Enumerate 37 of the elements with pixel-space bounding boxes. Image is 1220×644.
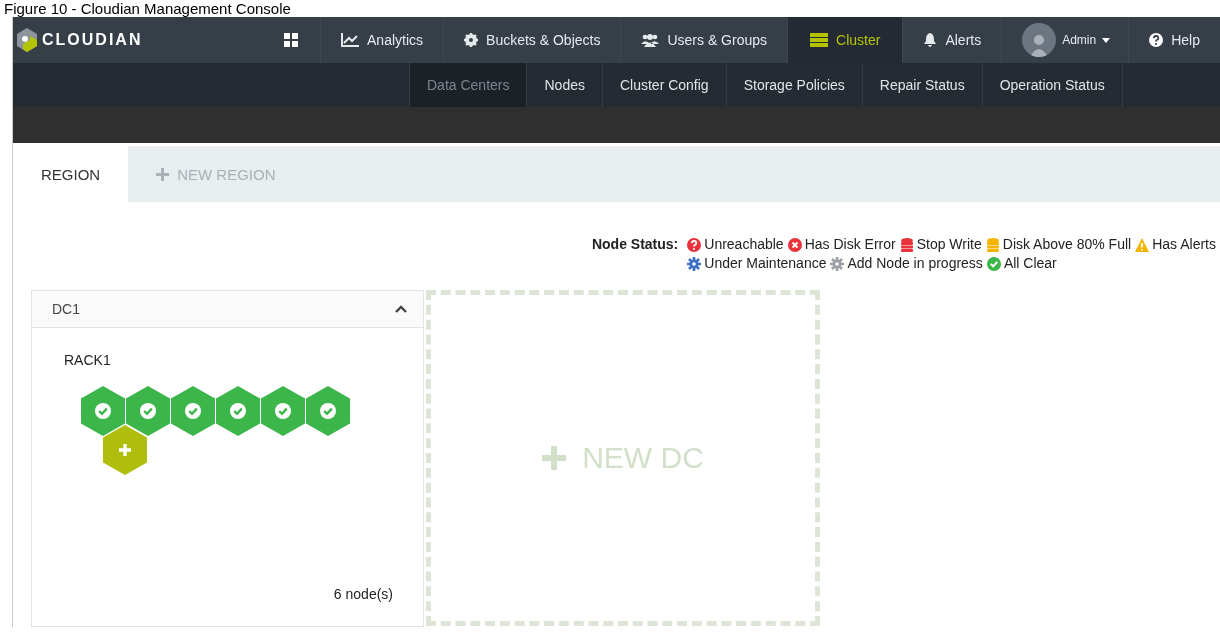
legend-title: Node Status: (591, 236, 679, 254)
legend-label: Unreachable (704, 236, 784, 253)
nav-tab[interactable]: Cluster (787, 17, 903, 63)
node-icon[interactable] (171, 386, 215, 436)
caret-icon (1102, 37, 1111, 43)
data-center-title: DC1 (52, 301, 80, 317)
legend-label: Under Maintenance (704, 255, 827, 272)
chevron-icon[interactable] (395, 305, 407, 313)
bell-icon (923, 32, 938, 48)
node-icon[interactable] (126, 386, 170, 436)
rack-label: RACK1 (64, 352, 112, 368)
figure-caption: Figure 10 - Cloudian Management Console (3, 0, 292, 17)
legend-label: Has Alerts (1152, 236, 1216, 253)
node-count: 6 node(s) (332, 586, 393, 602)
node-icon[interactable] (216, 386, 260, 436)
node-icon[interactable] (306, 386, 350, 436)
legend-label: Disk Above 80% Full (1002, 236, 1132, 253)
legend-label: Stop Write (916, 236, 982, 253)
sub-nav-tab[interactable]: Data Centers (409, 63, 527, 107)
users-icon (641, 33, 660, 47)
logo-text: CLOUDIAN (42, 31, 143, 49)
node-icon[interactable] (81, 386, 125, 436)
region-tab[interactable]: REGION (13, 146, 129, 202)
gear-icon (464, 33, 479, 47)
logo-icon (17, 28, 37, 52)
node-icon[interactable] (261, 386, 305, 436)
help-icon (1149, 33, 1164, 47)
legend-label: All Clear (1003, 255, 1057, 272)
legend-label: Has Disk Error (804, 236, 896, 253)
add-node-icon[interactable] (103, 425, 147, 475)
legend-label: Add Node in progress (847, 255, 983, 272)
chart-icon (341, 33, 359, 47)
plus-icon (542, 446, 567, 470)
server-icon (810, 33, 829, 47)
avatar-icon (1022, 23, 1057, 57)
dashboard-icon[interactable] (284, 33, 298, 47)
plus-icon (156, 167, 170, 181)
